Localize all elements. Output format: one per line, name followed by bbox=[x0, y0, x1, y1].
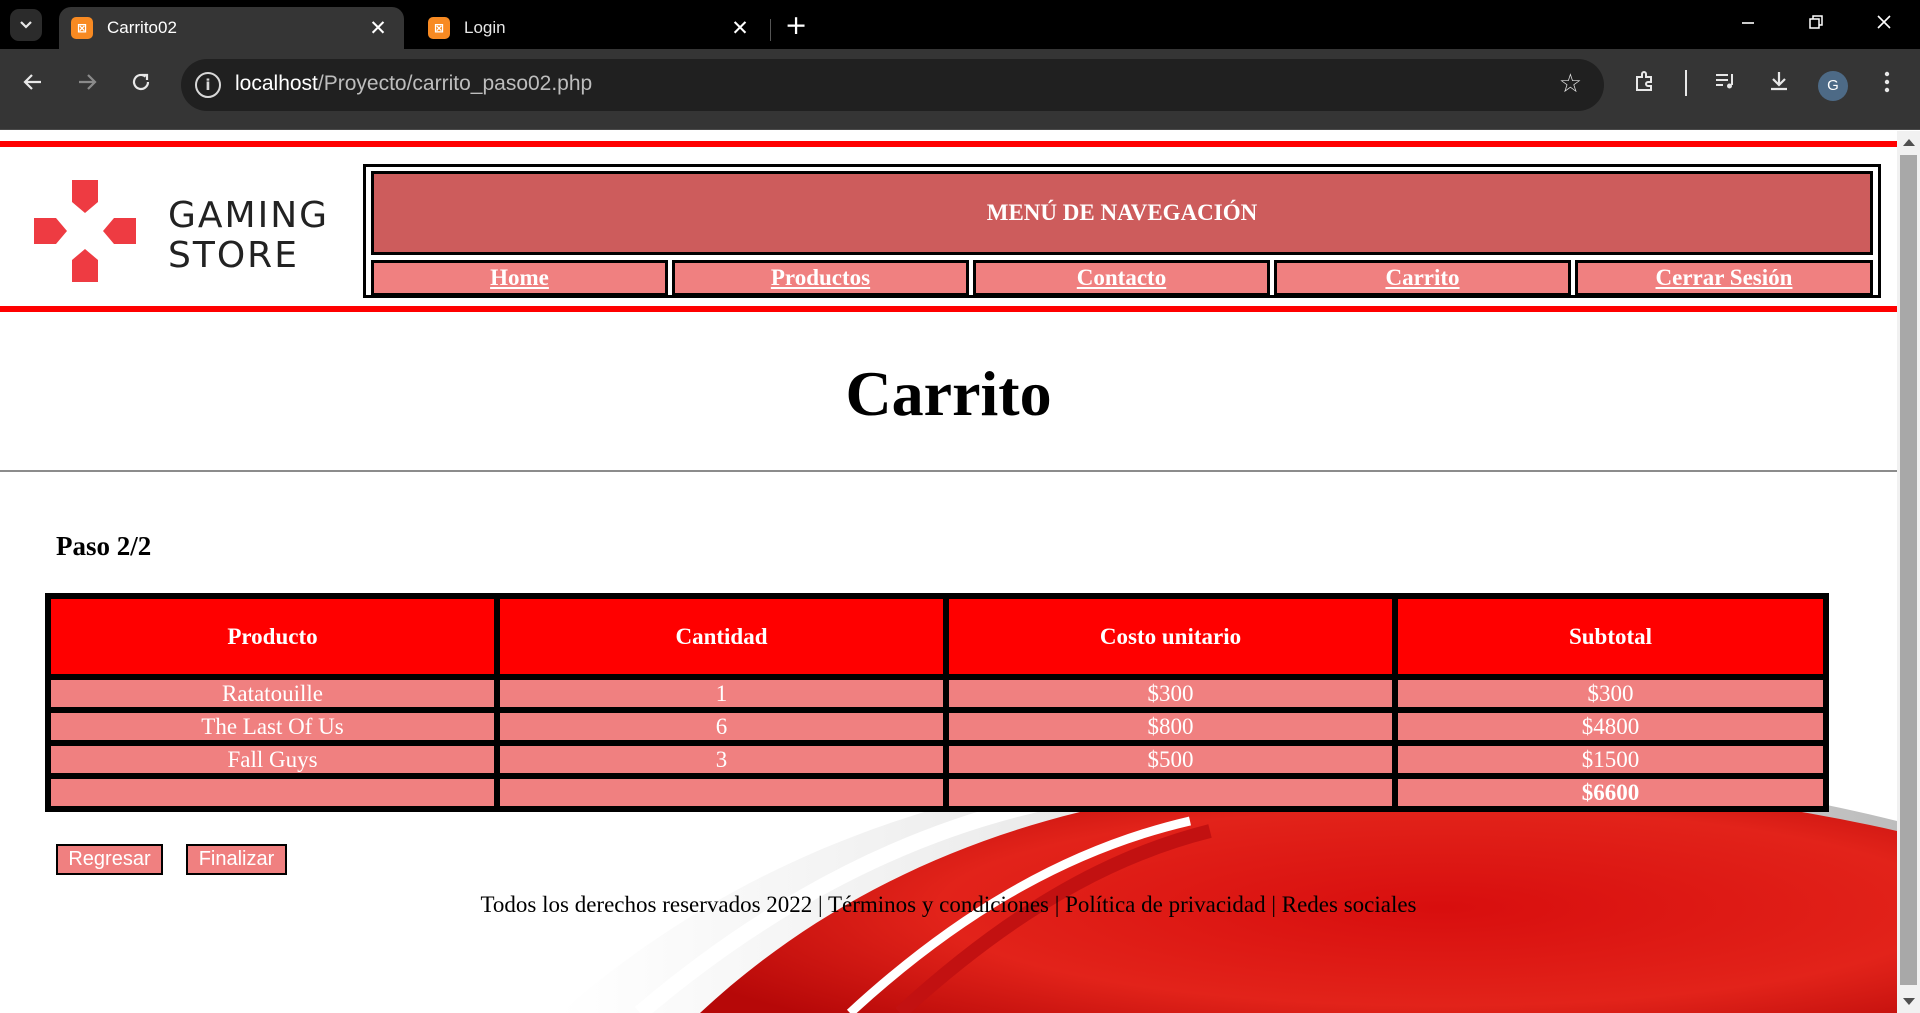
new-tab-button[interactable]: + bbox=[782, 12, 810, 41]
gaming-store-logo[interactable]: GAMING STORE bbox=[34, 178, 344, 288]
back-button[interactable] bbox=[16, 68, 50, 102]
tab-title: Login bbox=[464, 18, 506, 37]
close-icon bbox=[1877, 15, 1891, 29]
browser-menu-button[interactable] bbox=[1870, 68, 1904, 102]
reload-button[interactable] bbox=[124, 68, 158, 102]
table-cell-product: Ratatouille bbox=[51, 680, 494, 707]
close-icon[interactable]: ✕ bbox=[728, 16, 752, 40]
nav-link-carrito[interactable]: Carrito bbox=[1274, 260, 1571, 296]
bookmark-star-icon[interactable]: ☆ bbox=[1559, 69, 1582, 99]
profile-avatar[interactable]: G bbox=[1818, 71, 1848, 101]
regresar-button[interactable]: Regresar bbox=[56, 844, 163, 875]
table-cell-quantity: 6 bbox=[500, 713, 943, 740]
restore-button[interactable] bbox=[1796, 10, 1836, 40]
table-cell-unit-cost: $800 bbox=[949, 713, 1392, 740]
column-header-subtotal: Subtotal bbox=[1398, 599, 1823, 674]
table-cell-subtotal: $300 bbox=[1398, 680, 1823, 707]
reload-icon bbox=[132, 73, 150, 91]
minimize-icon bbox=[1742, 22, 1754, 24]
minimize-button[interactable] bbox=[1728, 10, 1768, 40]
browser-toolbar: i localhost/Proyecto/carrito_paso02.php … bbox=[0, 49, 1920, 130]
arrow-left-icon bbox=[23, 74, 41, 90]
media-control-button[interactable] bbox=[1708, 68, 1742, 102]
table-cell-unit-cost: $300 bbox=[949, 680, 1392, 707]
column-header-costo-unitario: Costo unitario bbox=[949, 599, 1392, 674]
page-scrollbar[interactable] bbox=[1897, 131, 1920, 1013]
scroll-up-icon[interactable] bbox=[1903, 139, 1915, 146]
xampp-icon: ⊠ bbox=[71, 17, 93, 39]
column-header-producto: Producto bbox=[51, 599, 494, 674]
table-cell-subtotal: $4800 bbox=[1398, 713, 1823, 740]
xampp-icon: ⊠ bbox=[428, 17, 450, 39]
finalizar-button[interactable]: Finalizar bbox=[186, 844, 287, 875]
gamepad-cross-icon bbox=[34, 180, 136, 282]
table-cell-quantity: 3 bbox=[500, 746, 943, 773]
scrollbar-thumb[interactable] bbox=[1900, 155, 1917, 985]
forward-button[interactable] bbox=[70, 68, 104, 102]
navigation-menu: MENÚ DE NAVEGACIÓN Home Productos Contac… bbox=[363, 164, 1881, 298]
tab-login[interactable]: ⊠ Login ✕ bbox=[416, 7, 766, 49]
url-text[interactable]: localhost/Proyecto/carrito_paso02.php bbox=[235, 72, 592, 96]
browser-tab-bar: ⊠ Carrito02 ✕ ⊠ Login ✕ + bbox=[0, 0, 1920, 49]
nav-title: MENÚ DE NAVEGACIÓN bbox=[371, 171, 1873, 255]
close-window-button[interactable] bbox=[1864, 10, 1904, 40]
table-cell-empty bbox=[949, 779, 1392, 806]
cart-table: Producto Cantidad Costo unitario Subtota… bbox=[45, 593, 1829, 812]
chevron-down-icon bbox=[20, 21, 32, 29]
close-icon[interactable]: ✕ bbox=[366, 16, 390, 40]
page-title: Carrito bbox=[845, 358, 1052, 429]
tab-divider bbox=[770, 19, 771, 41]
more-vertical-icon bbox=[1884, 71, 1890, 93]
scroll-down-icon[interactable] bbox=[1903, 998, 1915, 1005]
address-bar[interactable]: i localhost/Proyecto/carrito_paso02.php … bbox=[181, 59, 1604, 111]
puzzle-icon bbox=[1636, 71, 1652, 91]
restore-icon bbox=[1809, 15, 1823, 29]
table-cell-quantity: 1 bbox=[500, 680, 943, 707]
table-cell-empty bbox=[500, 779, 943, 806]
page-viewport: GAMING STORE MENÚ DE NAVEGACIÓN Home Pro… bbox=[0, 131, 1897, 1013]
title-divider bbox=[0, 470, 1897, 472]
toolbar-divider bbox=[1685, 70, 1687, 96]
logo-wordmark: GAMING STORE bbox=[168, 195, 330, 276]
header-bottom-border bbox=[0, 306, 1897, 312]
tab-title: Carrito02 bbox=[107, 18, 177, 37]
table-cell-subtotal: $1500 bbox=[1398, 746, 1823, 773]
cart-total: $6600 bbox=[1398, 779, 1823, 806]
tab-search-button[interactable] bbox=[10, 9, 42, 41]
table-cell-product: Fall Guys bbox=[51, 746, 494, 773]
table-cell-unit-cost: $500 bbox=[949, 746, 1392, 773]
arrow-right-icon bbox=[79, 74, 97, 90]
tab-carrito02[interactable]: ⊠ Carrito02 ✕ bbox=[59, 7, 404, 49]
download-icon bbox=[1771, 72, 1787, 91]
nav-link-cerrar-sesion[interactable]: Cerrar Sesión bbox=[1575, 260, 1873, 296]
nav-link-home[interactable]: Home bbox=[371, 260, 668, 296]
column-header-cantidad: Cantidad bbox=[500, 599, 943, 674]
table-cell-empty bbox=[51, 779, 494, 806]
extensions-button[interactable] bbox=[1628, 68, 1662, 102]
step-indicator: Paso 2/2 bbox=[56, 531, 152, 561]
playlist-icon bbox=[1716, 74, 1733, 89]
nav-link-productos[interactable]: Productos bbox=[672, 260, 969, 296]
site-info-icon[interactable]: i bbox=[195, 72, 221, 98]
footer-text: Todos los derechos reservados 2022 | Tér… bbox=[480, 892, 1417, 917]
table-cell-product: The Last Of Us bbox=[51, 713, 494, 740]
nav-link-contacto[interactable]: Contacto bbox=[973, 260, 1270, 296]
downloads-button[interactable] bbox=[1762, 68, 1796, 102]
header-top-border bbox=[0, 141, 1897, 147]
